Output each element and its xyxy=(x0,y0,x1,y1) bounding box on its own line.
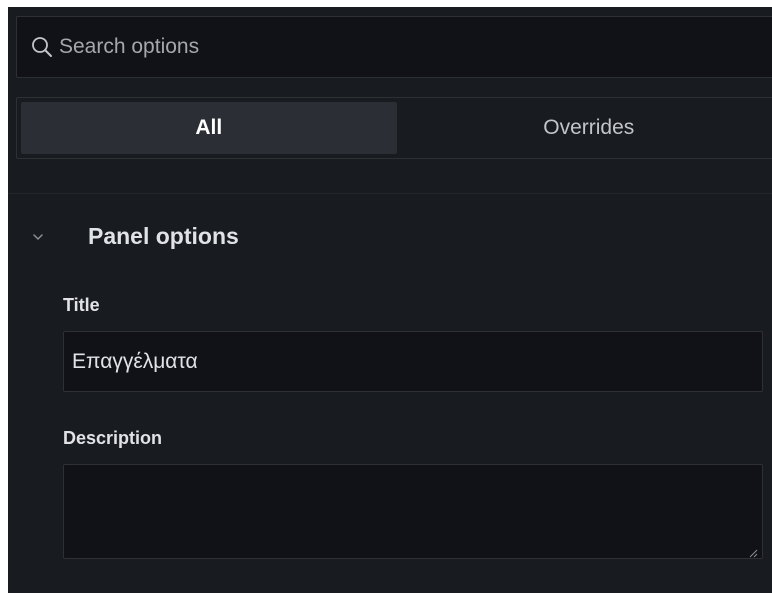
resize-handle-icon[interactable] xyxy=(748,545,758,558)
tab-overrides[interactable]: Overrides xyxy=(397,102,772,154)
title-input[interactable] xyxy=(63,331,763,392)
description-textarea[interactable] xyxy=(63,464,763,559)
options-tabs: All Overrides xyxy=(16,97,772,159)
search-icon xyxy=(31,36,53,58)
panel-options-header[interactable]: Panel options xyxy=(8,211,772,261)
search-box[interactable] xyxy=(16,16,772,78)
section-divider xyxy=(8,193,772,194)
description-label: Description xyxy=(63,428,163,448)
options-pane: All Overrides Panel options Title Descri… xyxy=(8,7,772,593)
title-label: Title xyxy=(63,295,100,315)
search-input[interactable] xyxy=(59,35,659,59)
chevron-down-icon xyxy=(30,229,46,245)
tab-all[interactable]: All xyxy=(21,102,397,154)
panel-options-title: Panel options xyxy=(88,223,239,249)
